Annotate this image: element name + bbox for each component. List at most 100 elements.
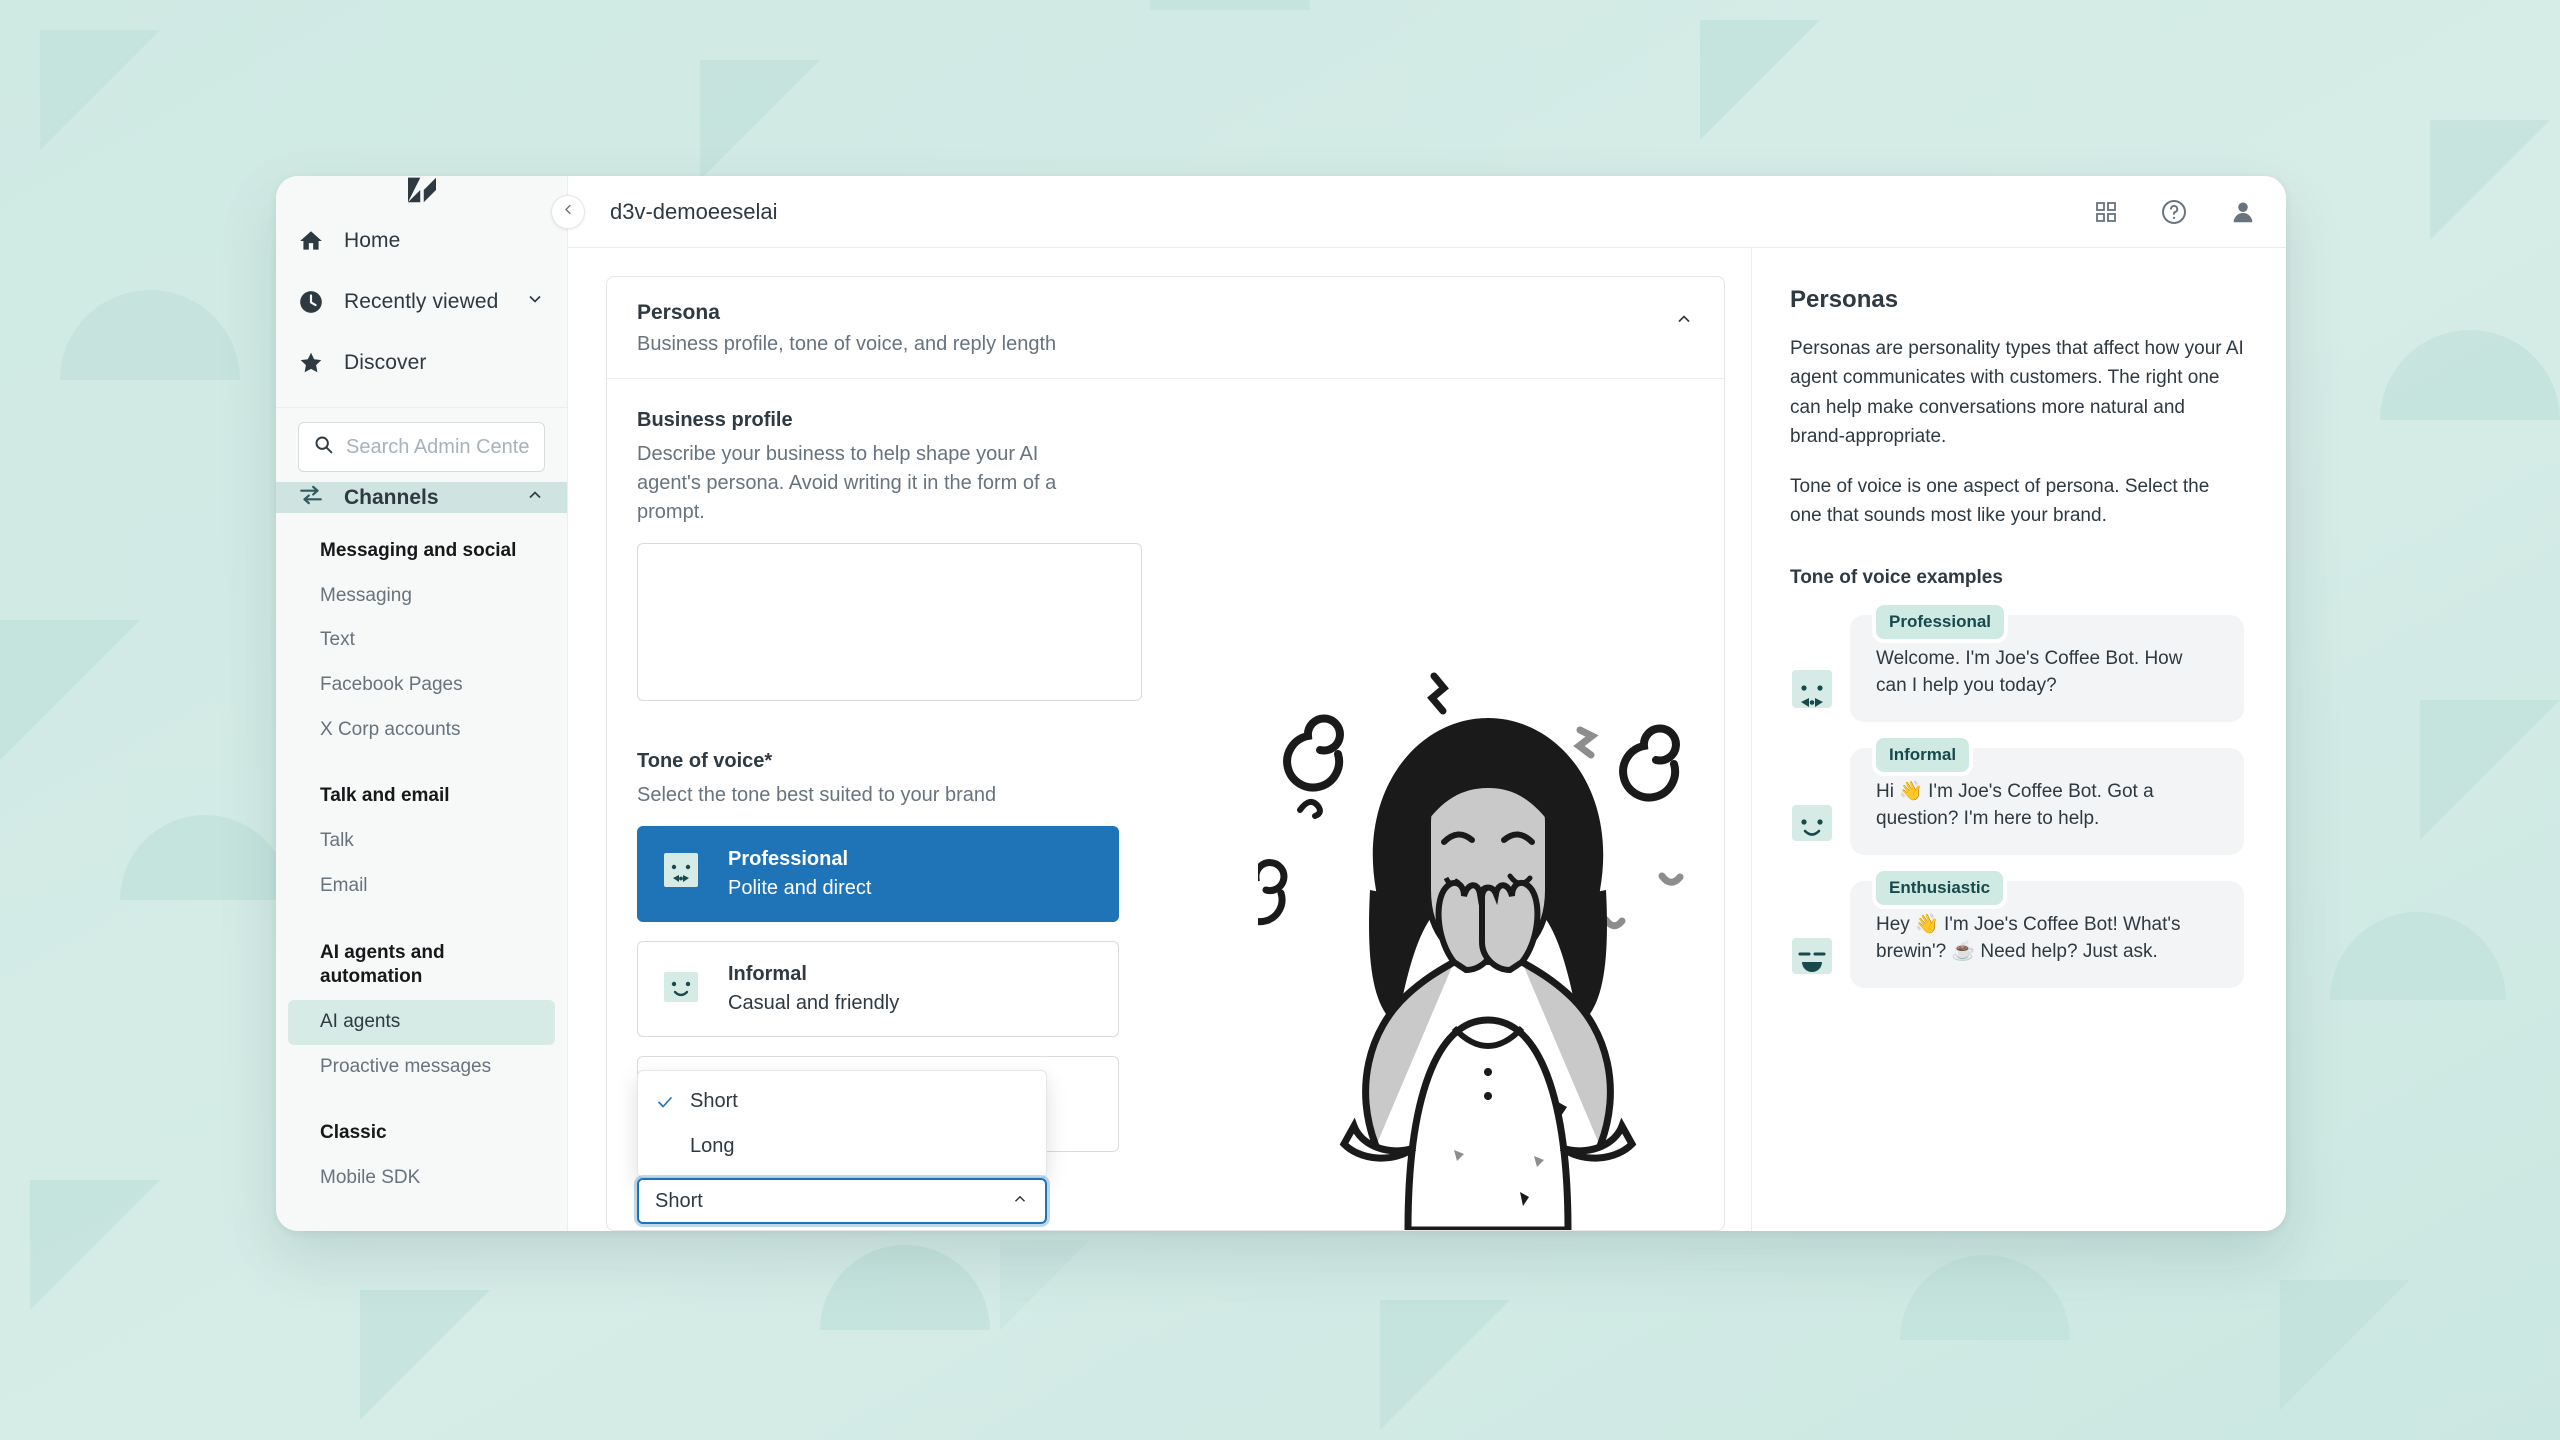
- sidebar-group-title: Talk and email: [320, 785, 450, 807]
- reply-length-option-long[interactable]: Long: [638, 1124, 1046, 1169]
- reply-length-value: Short: [655, 1189, 703, 1212]
- tone-option-desc: Polite and direct: [728, 877, 872, 899]
- sidebar-item-label: Home: [344, 228, 401, 252]
- tone-option-professional[interactable]: Professional Polite and direct: [637, 826, 1119, 922]
- sidebar-item-label: Channels: [344, 485, 439, 509]
- bowtie-face-icon: [1790, 666, 1840, 716]
- admin-center-window: Home Recently viewed Discover Search Adm…: [276, 176, 2286, 1231]
- help-circle-icon[interactable]: [2160, 198, 2188, 226]
- user-avatar-icon[interactable]: [2230, 199, 2256, 225]
- smile-face-icon: [1790, 799, 1840, 849]
- tone-example-text: Welcome. I'm Joe's Coffee Bot. How can I…: [1876, 647, 2183, 697]
- reply-length-option-label: Long: [690, 1135, 735, 1157]
- chevron-up-icon[interactable]: [1011, 1190, 1029, 1213]
- tone-example-informal: Informal Hi 👋 I'm Joe's Coffee Bot. Got …: [1790, 733, 2244, 855]
- personas-panel-title: Personas: [1790, 286, 1899, 313]
- search-box[interactable]: [298, 422, 545, 472]
- topbar-icons: [2094, 198, 2256, 226]
- sidebar-item-home[interactable]: Home: [276, 210, 567, 271]
- center-panel: Persona Business profile, tone of voice,…: [568, 248, 1751, 1231]
- reply-length-field: Short Long Short: [637, 1070, 1047, 1224]
- reply-length-dropdown-menu[interactable]: Short Long: [637, 1070, 1047, 1178]
- clock-icon: [298, 289, 324, 315]
- business-profile-textarea[interactable]: [637, 543, 1142, 701]
- sidebar-subitem-facebook-pages[interactable]: Facebook Pages: [276, 663, 567, 708]
- tone-option-desc: Casual and friendly: [728, 992, 900, 1014]
- brand-row: [276, 176, 567, 204]
- chevron-down-icon[interactable]: [525, 289, 545, 314]
- sidebar-subitem-email[interactable]: Email: [276, 864, 567, 909]
- tone-example-bubble: Informal Hi 👋 I'm Joe's Coffee Bot. Got …: [1850, 733, 2244, 855]
- reply-length-option-short[interactable]: Short: [638, 1079, 1046, 1124]
- sidebar-group-messaging-and-social: Messaging and social Messaging Text Face…: [276, 513, 567, 758]
- tone-example-bubble: Enthusiastic Hey 👋 I'm Joe's Coffee Bot!…: [1850, 866, 2244, 988]
- persona-card: Persona Business profile, tone of voice,…: [606, 276, 1725, 1231]
- grid-apps-icon[interactable]: [2094, 200, 2118, 224]
- sidebar-group-title: Classic: [320, 1122, 387, 1144]
- chevron-up-icon[interactable]: [1674, 301, 1694, 334]
- tone-option-informal[interactable]: Informal Casual and friendly: [637, 941, 1119, 1037]
- tone-of-voice-label: Tone of voice*: [637, 750, 773, 772]
- sidebar-item-workspaces[interactable]: Workspaces: [276, 1217, 567, 1231]
- sidebar-item-label: Discover: [344, 350, 427, 374]
- sidebar-bottom-nav: Workspaces Objects and rules: [276, 1217, 567, 1231]
- collapse-sidebar-button[interactable]: [551, 194, 585, 229]
- main-column: d3v-demoeeselai Persona Business profile…: [551, 176, 2286, 1231]
- tone-example-text: Hey 👋 I'm Joe's Coffee Bot! What's brewi…: [1876, 913, 2181, 963]
- chevron-up-icon[interactable]: [525, 485, 545, 510]
- zendesk-logo-icon: [404, 176, 440, 204]
- reply-length-select[interactable]: Short: [637, 1178, 1047, 1224]
- business-profile-label: Business profile: [637, 409, 793, 431]
- tone-example-enthusiastic: Enthusiastic Hey 👋 I'm Joe's Coffee Bot!…: [1790, 866, 2244, 988]
- sidebar-group-title: AI agents and automation: [320, 941, 445, 988]
- personas-help-panel: Personas Personas are personality types …: [1751, 248, 2286, 1231]
- search-input[interactable]: [346, 435, 530, 459]
- sidebar-item-discover[interactable]: Discover: [276, 332, 567, 393]
- sidebar-group-title: Messaging and social: [320, 540, 517, 561]
- tone-example-professional: Professional Welcome. I'm Joe's Coffee B…: [1790, 600, 2244, 722]
- personas-paragraph-1: Personas are personality types that affe…: [1790, 338, 2244, 448]
- sidebar-subitem-mobile-sdk[interactable]: Mobile SDK: [276, 1156, 567, 1201]
- tone-example-badge: Informal: [1872, 733, 1974, 777]
- tone-example-text: Hi 👋 I'm Joe's Coffee Bot. Got a questio…: [1876, 780, 2154, 830]
- sidebar-subitem-x-corp-accounts[interactable]: X Corp accounts: [276, 708, 567, 753]
- sidebar-search-wrapper: [276, 408, 567, 482]
- sidebar-subitem-ai-agents-wrap: AI agents: [276, 999, 567, 1045]
- sidebar-group-talk-and-email: Talk and email Talk Email: [276, 758, 567, 914]
- check-icon: [656, 1093, 676, 1111]
- topbar: d3v-demoeeselai: [551, 176, 2286, 248]
- search-icon: [313, 434, 334, 460]
- content-area: Persona Business profile, tone of voice,…: [568, 248, 2286, 1231]
- tone-example-bubble: Professional Welcome. I'm Joe's Coffee B…: [1850, 600, 2244, 722]
- sidebar: Home Recently viewed Discover Search Adm…: [276, 176, 568, 1231]
- sidebar-subitem-proactive-messages[interactable]: Proactive messages: [276, 1045, 567, 1090]
- smile-face-icon: [660, 966, 706, 1012]
- sidebar-subitem-talk[interactable]: Talk: [276, 819, 567, 864]
- sidebar-subitem-text[interactable]: Text: [276, 618, 567, 663]
- page-title: d3v-demoeeselai: [610, 198, 778, 224]
- sidebar-item-recently-viewed[interactable]: Recently viewed: [276, 271, 567, 332]
- tone-of-voice-help: Select the tone best suited to your bran…: [637, 784, 997, 806]
- tone-example-badge: Professional: [1872, 600, 2009, 644]
- persona-card-header: Persona Business profile, tone of voice,…: [607, 277, 1724, 379]
- sidebar-group-ai-agents-and-automation: AI agents and automation AI agents Proac…: [276, 915, 567, 1096]
- reply-length-option-label: Short: [690, 1090, 738, 1112]
- sidebar-subitem-ai-agents[interactable]: AI agents: [288, 999, 555, 1045]
- tone-examples-title: Tone of voice examples: [1790, 566, 2003, 588]
- sidebar-subitem-messaging[interactable]: Messaging: [276, 574, 567, 619]
- chevron-left-icon: [561, 202, 576, 222]
- star-icon: [298, 350, 324, 376]
- tone-example-badge: Enthusiastic: [1872, 866, 2008, 910]
- business-profile-help: Describe your business to help shape you…: [637, 443, 1057, 523]
- personas-paragraph-2: Tone of voice is one aspect of persona. …: [1790, 475, 2210, 527]
- sidebar-group-classic: Classic Mobile SDK: [276, 1095, 567, 1206]
- transfer-arrows-icon: [298, 482, 324, 513]
- bowtie-face-icon: [660, 851, 706, 897]
- grin-face-icon: [1790, 932, 1840, 982]
- persona-title: Persona: [637, 301, 720, 324]
- tone-option-title: Informal: [728, 963, 807, 985]
- tone-option-title: Professional: [728, 848, 849, 870]
- persona-card-body: Business profile Describe your business …: [607, 379, 1724, 1224]
- sidebar-item-channels[interactable]: Channels: [276, 482, 567, 513]
- persona-subtitle: Business profile, tone of voice, and rep…: [637, 333, 1057, 355]
